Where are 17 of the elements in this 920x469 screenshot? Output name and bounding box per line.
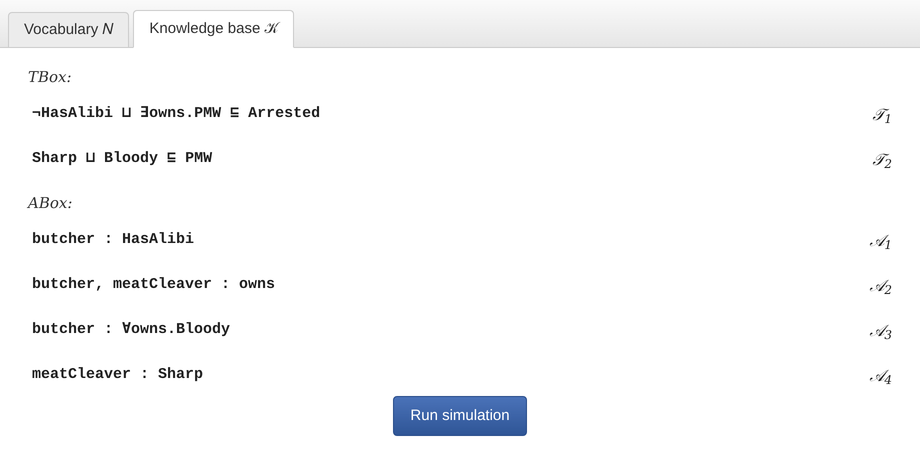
axiom-label: 𝒜$_{2}$ — [869, 274, 892, 298]
axiom-formula: butcher : HasAlibi — [32, 230, 194, 250]
axiom-formula: ¬HasAlibi ⊔ ∃owns.PMW ⊑ Arrested — [32, 104, 320, 124]
section-heading: TBox: — [28, 67, 73, 88]
axiom-formula: butcher, meatCleaver : owns — [32, 275, 276, 296]
axiom-formula: butcher : ∀owns.Bloody — [32, 320, 230, 340]
axiom-label: 𝒯$_{1}$ — [872, 104, 892, 126]
axiom-label: 𝒜$_{3}$ — [869, 320, 892, 342]
axiom-formula: Sharp ⊔ Bloody ⊑ PMW — [32, 149, 212, 170]
axiom-label: 𝒜$_{4}$ — [869, 364, 892, 388]
section-heading: ABox: — [28, 193, 74, 214]
axiom-label: 𝒜$_{1}$ — [869, 230, 892, 252]
tab[interactable]: Vocabulary 𝑁 — [8, 12, 130, 48]
tab[interactable]: Knowledge base 𝒦 — [133, 10, 294, 48]
axiom-label: 𝒯$_{2}$ — [872, 148, 892, 172]
run-simulation-button[interactable]: Run simulation — [393, 396, 527, 436]
axiom-formula: meatCleaver : Sharp — [32, 365, 204, 386]
